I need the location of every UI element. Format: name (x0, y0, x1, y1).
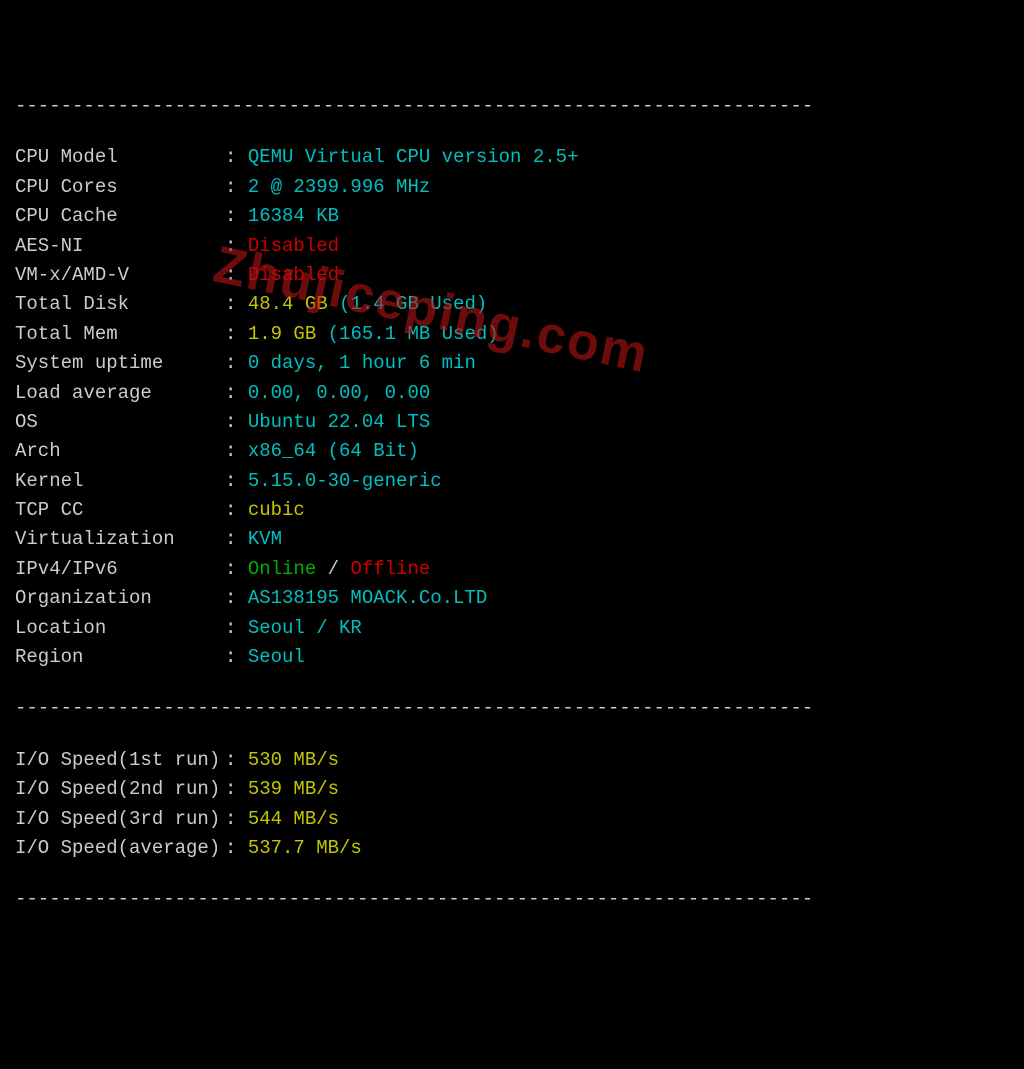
row-value: 539 MB/s (248, 778, 339, 800)
row-label: Total Disk (15, 290, 225, 319)
row-value: 2 @ 2399.996 MHz (248, 176, 430, 198)
info-row: TCP CC : cubic (15, 496, 1009, 525)
row-label: System uptime (15, 349, 225, 378)
row-colon: : (225, 235, 248, 257)
row-colon: : (225, 837, 248, 859)
row-label: IPv4/IPv6 (15, 555, 225, 584)
row-colon: : (225, 778, 248, 800)
info-row: Arch : x86_64 (64 Bit) (15, 437, 1009, 466)
info-row: OS : Ubuntu 22.04 LTS (15, 408, 1009, 437)
io-speed-section: I/O Speed(1st run) : 530 MB/sI/O Speed(2… (15, 746, 1009, 864)
info-row: CPU Cores : 2 @ 2399.996 MHz (15, 173, 1009, 202)
row-value: AS138195 MOACK.Co.LTD (248, 587, 487, 609)
row-colon: : (225, 558, 248, 580)
row-colon: : (225, 646, 248, 668)
row-label: CPU Cache (15, 202, 225, 231)
row-colon: : (225, 440, 248, 462)
info-row: Organization : AS138195 MOACK.Co.LTD (15, 584, 1009, 613)
info-row: IPv4/IPv6 : Online / Offline (15, 555, 1009, 584)
row-colon: : (225, 293, 248, 315)
row-colon: : (225, 411, 248, 433)
info-row: I/O Speed(1st run) : 530 MB/s (15, 746, 1009, 775)
row-label: I/O Speed(3rd run) (15, 805, 225, 834)
info-row: System uptime : 0 days, 1 hour 6 min (15, 349, 1009, 378)
row-value: 5.15.0-30-generic (248, 470, 442, 492)
row-colon: : (225, 146, 248, 168)
info-row: I/O Speed(average) : 537.7 MB/s (15, 834, 1009, 863)
info-row: VM-x/AMD-V : Disabled (15, 261, 1009, 290)
row-value: 530 MB/s (248, 749, 339, 771)
row-value: Online (248, 558, 316, 580)
row-label: I/O Speed(2nd run) (15, 775, 225, 804)
row-value: 1.9 GB (248, 323, 316, 345)
row-label: Arch (15, 437, 225, 466)
row-value: Disabled (248, 264, 339, 286)
row-colon: : (225, 205, 248, 227)
info-row: CPU Model : QEMU Virtual CPU version 2.5… (15, 143, 1009, 172)
row-label: OS (15, 408, 225, 437)
divider-top: ----------------------------------------… (15, 92, 1009, 121)
info-row: Region : Seoul (15, 643, 1009, 672)
row-label: CPU Cores (15, 173, 225, 202)
row-value: / (316, 558, 350, 580)
system-info-section: CPU Model : QEMU Virtual CPU version 2.5… (15, 143, 1009, 672)
row-value: 537.7 MB/s (248, 837, 362, 859)
row-label: VM-x/AMD-V (15, 261, 225, 290)
row-colon: : (225, 470, 248, 492)
info-row: I/O Speed(3rd run) : 544 MB/s (15, 805, 1009, 834)
row-value: x86_64 (64 Bit) (248, 440, 419, 462)
row-colon: : (225, 808, 248, 830)
row-colon: : (225, 617, 248, 639)
row-label: Total Mem (15, 320, 225, 349)
row-label: I/O Speed(1st run) (15, 746, 225, 775)
info-row: Location : Seoul / KR (15, 614, 1009, 643)
row-label: Virtualization (15, 525, 225, 554)
row-colon: : (225, 176, 248, 198)
row-value: (165.1 MB Used) (316, 323, 498, 345)
divider-bottom: ----------------------------------------… (15, 885, 1009, 914)
row-colon: : (225, 587, 248, 609)
row-value: 544 MB/s (248, 808, 339, 830)
row-label: Location (15, 614, 225, 643)
row-value: cubic (248, 499, 305, 521)
row-colon: : (225, 382, 248, 404)
row-value: KVM (248, 528, 282, 550)
row-value: 0.00, 0.00, 0.00 (248, 382, 430, 404)
row-label: Kernel (15, 467, 225, 496)
info-row: Total Mem : 1.9 GB (165.1 MB Used) (15, 320, 1009, 349)
divider-mid: ----------------------------------------… (15, 694, 1009, 723)
row-colon: : (225, 749, 248, 771)
info-row: CPU Cache : 16384 KB (15, 202, 1009, 231)
row-colon: : (225, 499, 248, 521)
row-value: Seoul / KR (248, 617, 362, 639)
row-colon: : (225, 528, 248, 550)
row-label: Region (15, 643, 225, 672)
info-row: I/O Speed(2nd run) : 539 MB/s (15, 775, 1009, 804)
info-row: Load average : 0.00, 0.00, 0.00 (15, 379, 1009, 408)
row-label: TCP CC (15, 496, 225, 525)
row-colon: : (225, 264, 248, 286)
row-value: 0 days, 1 hour 6 min (248, 352, 476, 374)
row-colon: : (225, 352, 248, 374)
row-value: Ubuntu 22.04 LTS (248, 411, 430, 433)
row-value: 48.4 GB (248, 293, 328, 315)
row-value: Seoul (248, 646, 305, 668)
info-row: Kernel : 5.15.0-30-generic (15, 467, 1009, 496)
row-value: Disabled (248, 235, 339, 257)
row-label: Load average (15, 379, 225, 408)
row-value: 16384 KB (248, 205, 339, 227)
info-row: Total Disk : 48.4 GB (1.4 GB Used) (15, 290, 1009, 319)
row-label: I/O Speed(average) (15, 834, 225, 863)
row-label: AES-NI (15, 232, 225, 261)
row-label: Organization (15, 584, 225, 613)
row-colon: : (225, 323, 248, 345)
row-value: Offline (350, 558, 430, 580)
row-value: QEMU Virtual CPU version 2.5+ (248, 146, 579, 168)
row-value: (1.4 GB Used) (328, 293, 488, 315)
row-label: CPU Model (15, 143, 225, 172)
info-row: Virtualization : KVM (15, 525, 1009, 554)
info-row: AES-NI : Disabled (15, 232, 1009, 261)
